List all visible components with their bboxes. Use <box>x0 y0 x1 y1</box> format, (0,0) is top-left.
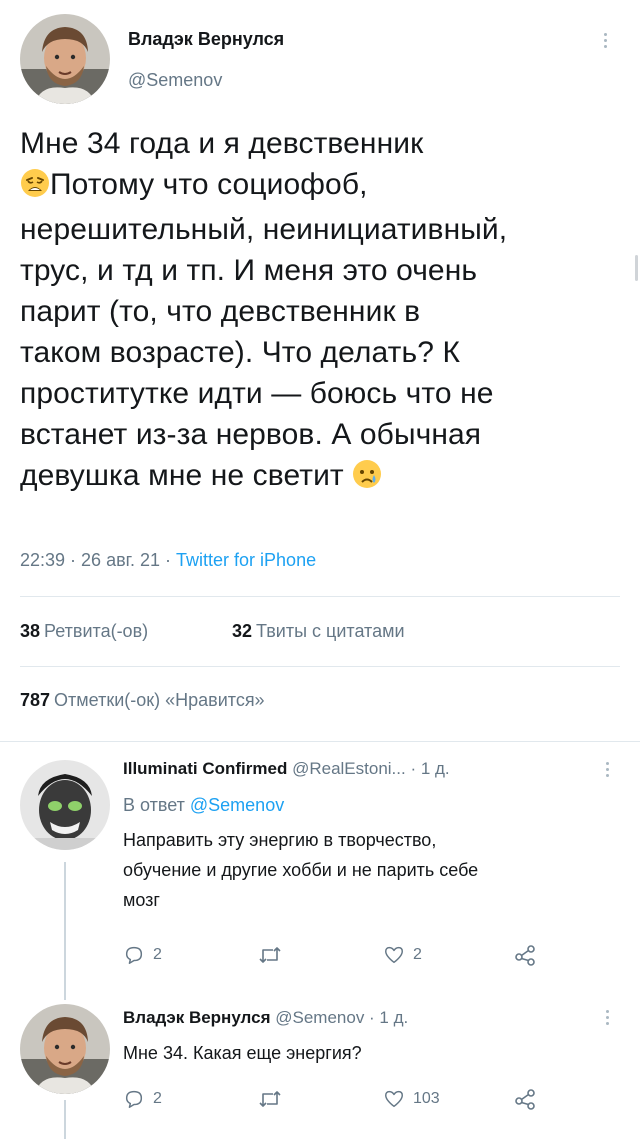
tweet-text-line: проститутке идти — боюсь что не <box>20 377 494 410</box>
divider <box>0 741 640 742</box>
retweet-button[interactable] <box>258 944 290 966</box>
share-icon <box>515 1089 535 1110</box>
tweet-text-line: трус, и тд и тп. И меня это очень <box>20 254 478 287</box>
share-button[interactable] <box>513 1088 537 1110</box>
reply-to-handle[interactable]: @Semenov <box>190 795 284 815</box>
more-vertical-icon[interactable] <box>602 33 608 48</box>
tweet-text-line: парит (то, что девственник в <box>20 295 421 328</box>
likes-stat[interactable]: 787 Отметки(-ок) «Нравится» <box>20 690 265 711</box>
divider <box>20 596 620 597</box>
tweet-timestamp: 22:39 · 26 авг. 21 · Twitter for iPhone <box>20 550 317 570</box>
comment-icon <box>125 1090 143 1108</box>
heart-icon <box>385 946 403 964</box>
more-vertical-icon[interactable] <box>604 1010 610 1025</box>
tweet-text-line: нерешительный, неинициативный, <box>20 213 508 246</box>
divider <box>20 666 620 667</box>
weary-face-emoji <box>20 168 50 209</box>
like-button[interactable]: 2 <box>383 944 422 966</box>
retweet-icon <box>259 1091 281 1107</box>
share-button[interactable] <box>513 944 537 966</box>
reply-avatar[interactable] <box>20 760 110 850</box>
tweet-text: Мне 34 года и я девственник Потому что с… <box>20 123 620 500</box>
retweet-icon <box>259 947 281 963</box>
reply-text: Направить эту энергию в творчество, обуч… <box>123 830 479 910</box>
tweet-text-line: встанет из-за нервов. А обычная <box>20 418 482 451</box>
comment-icon <box>125 946 143 964</box>
retweets-stat[interactable]: 38 Ретвита(-ов) <box>20 621 148 642</box>
more-vertical-icon[interactable] <box>604 762 610 777</box>
retweet-button[interactable] <box>258 1088 290 1110</box>
reply-button[interactable]: 2 <box>123 1088 162 1110</box>
author-avatar[interactable] <box>20 14 110 104</box>
reply-header[interactable]: Владэк Вернулся @Semenov · 1 д. <box>123 1008 408 1028</box>
thread-connector <box>64 1100 66 1139</box>
tweet-source-link[interactable]: Twitter for iPhone <box>176 550 316 570</box>
tweet-text-line-with-emoji: Потому что социофоб, <box>20 164 620 209</box>
author-name[interactable]: Владэк Вернулся <box>128 29 284 50</box>
thread-connector <box>64 862 66 1000</box>
quotes-stat[interactable]: 32 Твиты с цитатами <box>232 621 405 642</box>
crying-face-emoji <box>352 459 382 500</box>
tweet-text-line: Мне 34 года и я девственник <box>20 127 424 160</box>
reply-text: Мне 34. Какая еще энергия? <box>123 1043 362 1063</box>
author-handle[interactable]: @Semenov <box>128 70 222 91</box>
reply-avatar[interactable] <box>20 1004 110 1094</box>
reply-header[interactable]: Illuminati Confirmed @RealEstoni... · 1 … <box>123 759 450 779</box>
tweet-text-line: таком возрасте). Что делать? К <box>20 336 461 369</box>
reply-to-line: В ответ @Semenov <box>123 795 285 815</box>
share-icon <box>515 945 535 966</box>
like-button[interactable]: 103 <box>383 1088 440 1110</box>
scrollbar-thumb[interactable] <box>635 255 638 281</box>
heart-icon <box>385 1090 403 1108</box>
tweet-text-line-with-emoji: девушка мне не светит <box>20 455 620 500</box>
reply-button[interactable]: 2 <box>123 944 162 966</box>
